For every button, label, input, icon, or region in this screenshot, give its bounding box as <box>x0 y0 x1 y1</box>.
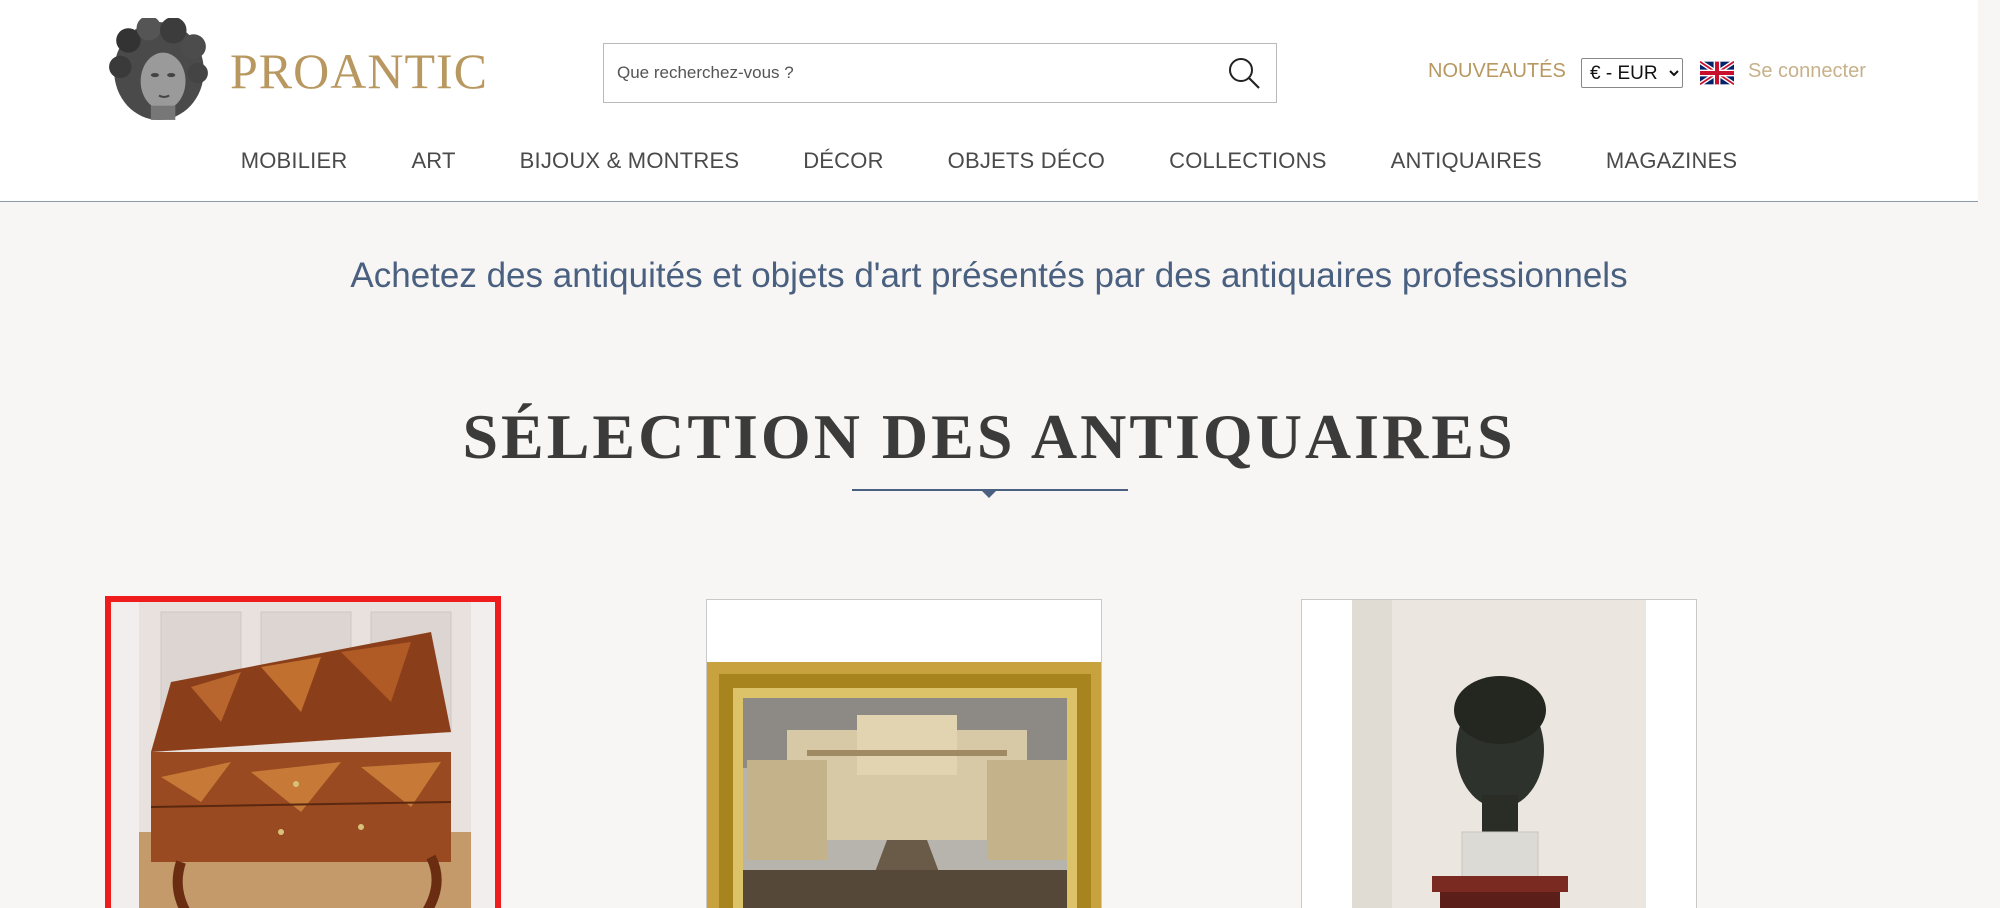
painting-image <box>707 600 1101 908</box>
search-icon[interactable] <box>1226 55 1262 91</box>
page-tagline: Achetez des antiquités et objets d'art p… <box>350 256 1628 295</box>
divider-arrow-icon <box>981 490 997 498</box>
desk-image <box>111 602 495 908</box>
brand-logo[interactable]: PROANTIC <box>108 18 488 124</box>
nav-item-magazines[interactable]: MAGAZINES <box>1606 148 1737 174</box>
main-nav: MOBILIER ART BIJOUX & MONTRES DÉCOR OBJE… <box>0 148 1978 174</box>
nav-item-antiquaires[interactable]: ANTIQUAIRES <box>1391 148 1542 174</box>
uk-flag-icon[interactable] <box>1700 61 1734 85</box>
logo-head-icon <box>109 18 208 120</box>
product-card-bust[interactable] <box>1301 599 1697 908</box>
search-bar <box>603 43 1277 103</box>
nav-item-decor[interactable]: DÉCOR <box>803 148 883 174</box>
nav-item-bijoux-montres[interactable]: BIJOUX & MONTRES <box>520 148 740 174</box>
nav-item-collections[interactable]: COLLECTIONS <box>1169 148 1326 174</box>
product-card-painting[interactable] <box>706 599 1102 908</box>
bust-image <box>1302 600 1696 908</box>
new-arrivals-link[interactable]: NOUVEAUTÉS <box>1428 60 1566 83</box>
site-header: PROANTIC NOUVEAUTÉS € - EUR Se connecter… <box>0 0 1978 202</box>
section-title: SÉLECTION DES ANTIQUAIRES <box>462 401 1516 472</box>
product-card-desk[interactable] <box>105 596 501 908</box>
brand-name: PROANTIC <box>230 43 489 99</box>
currency-select[interactable]: € - EUR <box>1581 58 1683 88</box>
nav-item-art[interactable]: ART <box>411 148 455 174</box>
search-input[interactable] <box>604 44 1204 102</box>
login-link[interactable]: Se connecter <box>1748 60 1866 83</box>
nav-item-objets-deco[interactable]: OBJETS DÉCO <box>948 148 1105 174</box>
nav-item-mobilier[interactable]: MOBILIER <box>241 148 348 174</box>
